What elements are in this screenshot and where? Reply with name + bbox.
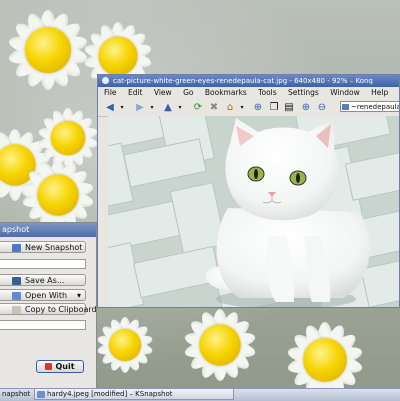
- menu-help[interactable]: Help: [371, 88, 388, 97]
- quit-button[interactable]: Quit: [36, 360, 84, 373]
- save-as-label: Save As...: [25, 276, 65, 285]
- home-history-icon[interactable]: ▾: [236, 101, 248, 113]
- menu-bar: File Edit View Go Bookmarks Tools Settin…: [98, 87, 399, 98]
- daisy-center: [37, 174, 79, 216]
- menu-go[interactable]: Go: [183, 88, 193, 97]
- location-bar[interactable]: ~renedepaula: [340, 101, 400, 112]
- copy-to-clipboard-label: Copy to Clipboard: [25, 305, 97, 314]
- up-history-icon[interactable]: ▾: [174, 101, 186, 113]
- menu-file[interactable]: File: [104, 88, 117, 97]
- quit-icon: [45, 363, 53, 370]
- new-snapshot-button[interactable]: New Snapshot: [0, 241, 86, 253]
- main-toolbar: ◀ ▾ ▶ ▾ ▲ ▾ ⟳ ✖ ⌂ ▾ ⊕ ❐ ▤ ⊕ ⊖ ~renedepau…: [98, 98, 399, 117]
- up-icon[interactable]: ▲: [162, 101, 174, 113]
- window-title: cat-picture-white-green-eyes-renedepaula…: [113, 77, 373, 85]
- camera-icon: [12, 244, 21, 252]
- zoom-out-icon[interactable]: ⊖: [316, 101, 328, 113]
- ksnapshot-titlebar[interactable]: apshot: [0, 223, 96, 237]
- forward-history-icon[interactable]: ▾: [146, 101, 158, 113]
- konqueror-window: cat-picture-white-green-eyes-renedepaula…: [97, 74, 400, 308]
- taskbar-item-ksnapshot[interactable]: napshot: [0, 389, 34, 400]
- daisy-center: [108, 328, 142, 362]
- folder-icon: [342, 104, 349, 110]
- taskbar-item-hardy4[interactable]: hardy4.jpeg [modified] – KSnapshot: [34, 389, 234, 400]
- zoom-in-icon[interactable]: ⊕: [300, 101, 312, 113]
- location-text: ~renedepaula: [351, 103, 400, 111]
- menu-view[interactable]: View: [154, 88, 172, 97]
- new-snapshot-label: New Snapshot: [25, 243, 83, 252]
- open-with-label: Open With: [25, 291, 68, 300]
- daisy-center: [199, 324, 241, 366]
- konqueror-app-icon: [102, 77, 109, 84]
- image-viewer[interactable]: [98, 116, 399, 307]
- back-icon[interactable]: ◀: [104, 101, 116, 113]
- taskbar: napshot hardy4.jpeg [modified] – KSnapsh…: [0, 388, 400, 401]
- reload-icon[interactable]: ⟳: [192, 101, 204, 113]
- copy-to-clipboard-button[interactable]: Copy to Clipboard: [0, 303, 97, 315]
- copy-icon[interactable]: ❐: [268, 101, 280, 113]
- white-cat-image: [205, 118, 370, 307]
- back-history-icon[interactable]: ▾: [116, 101, 128, 113]
- home-icon[interactable]: ⌂: [224, 101, 236, 113]
- paste-icon[interactable]: ▤: [283, 101, 295, 113]
- clipboard-icon: [12, 306, 21, 314]
- menu-bookmarks[interactable]: Bookmarks: [205, 88, 247, 97]
- konqueror-titlebar[interactable]: cat-picture-white-green-eyes-renedepaula…: [98, 75, 399, 87]
- taskbar-item-label: hardy4.jpeg [modified] – KSnapshot: [47, 390, 173, 398]
- cat-photo: [108, 116, 399, 307]
- stop-icon[interactable]: ✖: [208, 101, 220, 113]
- open-with-button[interactable]: Open With ▾: [0, 289, 86, 301]
- snapshot-delay-panel: [0, 259, 86, 269]
- menu-tools[interactable]: Tools: [258, 88, 276, 97]
- menu-settings[interactable]: Settings: [288, 88, 319, 97]
- daisy-center: [98, 36, 138, 76]
- daisy-center: [25, 27, 71, 73]
- save-as-button[interactable]: Save As...: [0, 274, 86, 286]
- menu-edit[interactable]: Edit: [128, 88, 143, 97]
- menu-window[interactable]: Window: [330, 88, 360, 97]
- ksnapshot-window: apshot New Snapshot Save As... Open With…: [0, 222, 97, 389]
- capture-mode-select[interactable]: [0, 320, 86, 330]
- folder-open-icon: [12, 292, 21, 300]
- zoom-icon[interactable]: ⊕: [252, 101, 264, 113]
- ksnapshot-app-icon: [37, 391, 45, 398]
- quit-label: Quit: [55, 362, 75, 371]
- dropdown-arrow-icon: ▾: [76, 291, 81, 300]
- floppy-icon: [12, 277, 21, 285]
- forward-icon[interactable]: ▶: [134, 101, 146, 113]
- daisy-center: [50, 120, 86, 156]
- daisy-center: [303, 338, 347, 382]
